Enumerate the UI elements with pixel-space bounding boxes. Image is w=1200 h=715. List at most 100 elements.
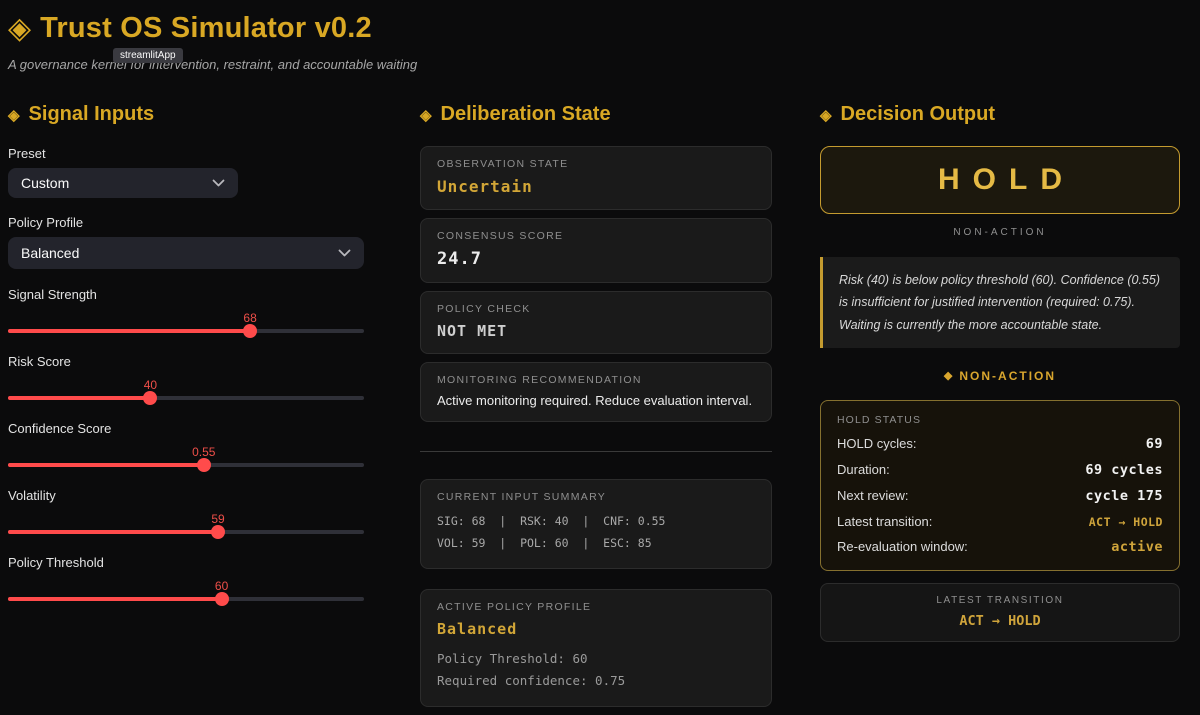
hold-verdict-button[interactable]: HOLD [820,146,1180,214]
card-label: ACTIVE POLICY PROFILE [437,601,755,613]
latest-transition-label: LATEST TRANSITION [831,595,1169,606]
slider-confidence-score: Confidence Score 0.55 [8,421,364,467]
slider-widget[interactable]: 0.55 [8,443,364,467]
section-divider [420,451,772,452]
slider-widget[interactable]: 60 [8,577,364,601]
status-row-label: HOLD cycles: [837,436,916,451]
slider-track[interactable] [8,396,364,400]
slider-label: Signal Strength [8,287,364,302]
input-summary-line1: SIG: 68 | RSK: 40 | CNF: 0.55 [437,510,755,532]
chevron-down-icon [212,179,225,187]
filled-diamond-icon: ◆ [944,369,952,382]
slider-thumb[interactable] [211,525,225,539]
section-diamond-icon: ◈ [820,108,832,123]
latest-transition-card: LATEST TRANSITION ACT → HOLD [820,583,1180,642]
status-row-duration: Duration: 69 cycles [837,462,1163,478]
slider-widget[interactable]: 59 [8,510,364,534]
card-label: MONITORING RECOMMENDATION [437,374,755,386]
latest-transition-value: ACT → HOLD [831,613,1169,629]
main-content: ◈ Signal Inputs Preset Custom Policy Pro… [0,103,1200,715]
status-row-label: Next review: [837,488,909,503]
status-row-label: Latest transition: [837,514,932,529]
slider-value: 60 [215,579,228,593]
deliberation-heading-text: Deliberation State [441,103,611,126]
slider-widget[interactable]: 40 [8,376,364,400]
chevron-down-icon [338,249,351,257]
slider-track[interactable] [8,530,364,534]
app-title: Trust OS Simulator v0.2 [40,12,372,45]
slider-fill [8,530,218,534]
deliberation-state-section: ◈ Deliberation State OBSERVATION STATE U… [420,103,772,715]
slider-label: Confidence Score [8,421,364,436]
status-row-label: Duration: [837,462,890,477]
preset-label: Preset [8,146,364,161]
app-header: ◈ Trust OS Simulator v0.2 streamlitApp A… [0,0,1200,72]
signal-inputs-heading: ◈ Signal Inputs [8,103,364,126]
signal-inputs-section: ◈ Signal Inputs Preset Custom Policy Pro… [8,103,364,622]
slider-volatility: Volatility 59 [8,488,364,534]
monitoring-recommendation-value: Active monitoring required. Reduce evalu… [437,393,755,408]
decision-explanation: Risk (40) is below policy threshold (60)… [820,257,1180,348]
section-diamond-icon: ◈ [420,108,432,123]
active-policy-name: Balanced [437,620,755,638]
status-row-next-review: Next review: cycle 175 [837,488,1163,504]
card-label: CONSENSUS SCORE [437,230,755,242]
hold-status-panel: HOLD STATUS HOLD cycles: 69 Duration: 69… [820,400,1180,571]
decision-heading: ◈ Decision Output [820,103,1180,126]
card-label: OBSERVATION STATE [437,158,755,170]
slider-risk-score: Risk Score 40 [8,354,364,400]
slider-thumb[interactable] [143,391,157,405]
status-row-latest-transition: Latest transition: ACT → HOLD [837,514,1163,529]
app-logo-diamond-icon: ◈ [8,14,31,44]
hold-status-title: HOLD STATUS [837,414,1163,426]
policy-threshold-line: Policy Threshold: 60 [437,648,755,671]
slider-fill [8,597,222,601]
decision-output-section: ◈ Decision Output HOLD NON-ACTION Risk (… [820,103,1180,642]
slider-fill [8,463,204,467]
slider-signal-strength: Signal Strength 68 [8,287,364,333]
streamlit-app-badge: streamlitApp [113,48,183,63]
card-label: POLICY CHECK [437,303,755,315]
nonaction-status-label: ◆ NON-ACTION [820,369,1180,383]
status-row-hold-cycles: HOLD cycles: 69 [837,436,1163,452]
slider-policy-threshold: Policy Threshold 60 [8,555,364,601]
status-row-value: active [1111,539,1163,555]
consensus-score-value: 24.7 [437,249,755,269]
slider-track[interactable] [8,463,364,467]
app-subtitle: A governance kernel for intervention, re… [8,57,1200,72]
slider-thumb[interactable] [197,458,211,472]
required-confidence-line: Required confidence: 0.75 [437,670,755,693]
slider-widget[interactable]: 68 [8,309,364,333]
decision-heading-text: Decision Output [841,103,995,126]
slider-fill [8,396,150,400]
slider-track[interactable] [8,597,364,601]
slider-value: 59 [211,512,224,526]
status-row-value: ACT → HOLD [1089,515,1163,529]
slider-thumb[interactable] [215,592,229,606]
slider-value: 40 [144,378,157,392]
preset-selected-value: Custom [21,175,69,191]
slider-value: 68 [243,311,256,325]
policy-profile-selected-value: Balanced [21,245,79,261]
observation-state-card: OBSERVATION STATE Uncertain [420,146,772,210]
preset-select[interactable]: Custom [8,168,238,198]
policy-check-value: NOT MET [437,322,755,340]
monitoring-recommendation-card: MONITORING RECOMMENDATION Active monitor… [420,362,772,422]
card-label: CURRENT INPUT SUMMARY [437,491,755,503]
nonaction-status-text: NON-ACTION [959,369,1056,383]
status-row-label: Re-evaluation window: [837,539,968,554]
status-row-value: cycle 175 [1085,488,1163,504]
status-row-value: 69 cycles [1085,462,1163,478]
verdict-subtitle: NON-ACTION [820,227,1180,238]
policy-profile-select[interactable]: Balanced [8,237,364,269]
slider-track[interactable] [8,329,364,333]
consensus-score-card: CONSENSUS SCORE 24.7 [420,218,772,283]
title-row: ◈ Trust OS Simulator v0.2 [8,12,1200,45]
signal-inputs-heading-text: Signal Inputs [29,103,155,126]
slider-label: Risk Score [8,354,364,369]
section-diamond-icon: ◈ [8,108,20,123]
slider-thumb[interactable] [243,324,257,338]
policy-check-card: POLICY CHECK NOT MET [420,291,772,354]
current-input-summary-card: CURRENT INPUT SUMMARY SIG: 68 | RSK: 40 … [420,479,772,569]
policy-profile-label: Policy Profile [8,215,364,230]
